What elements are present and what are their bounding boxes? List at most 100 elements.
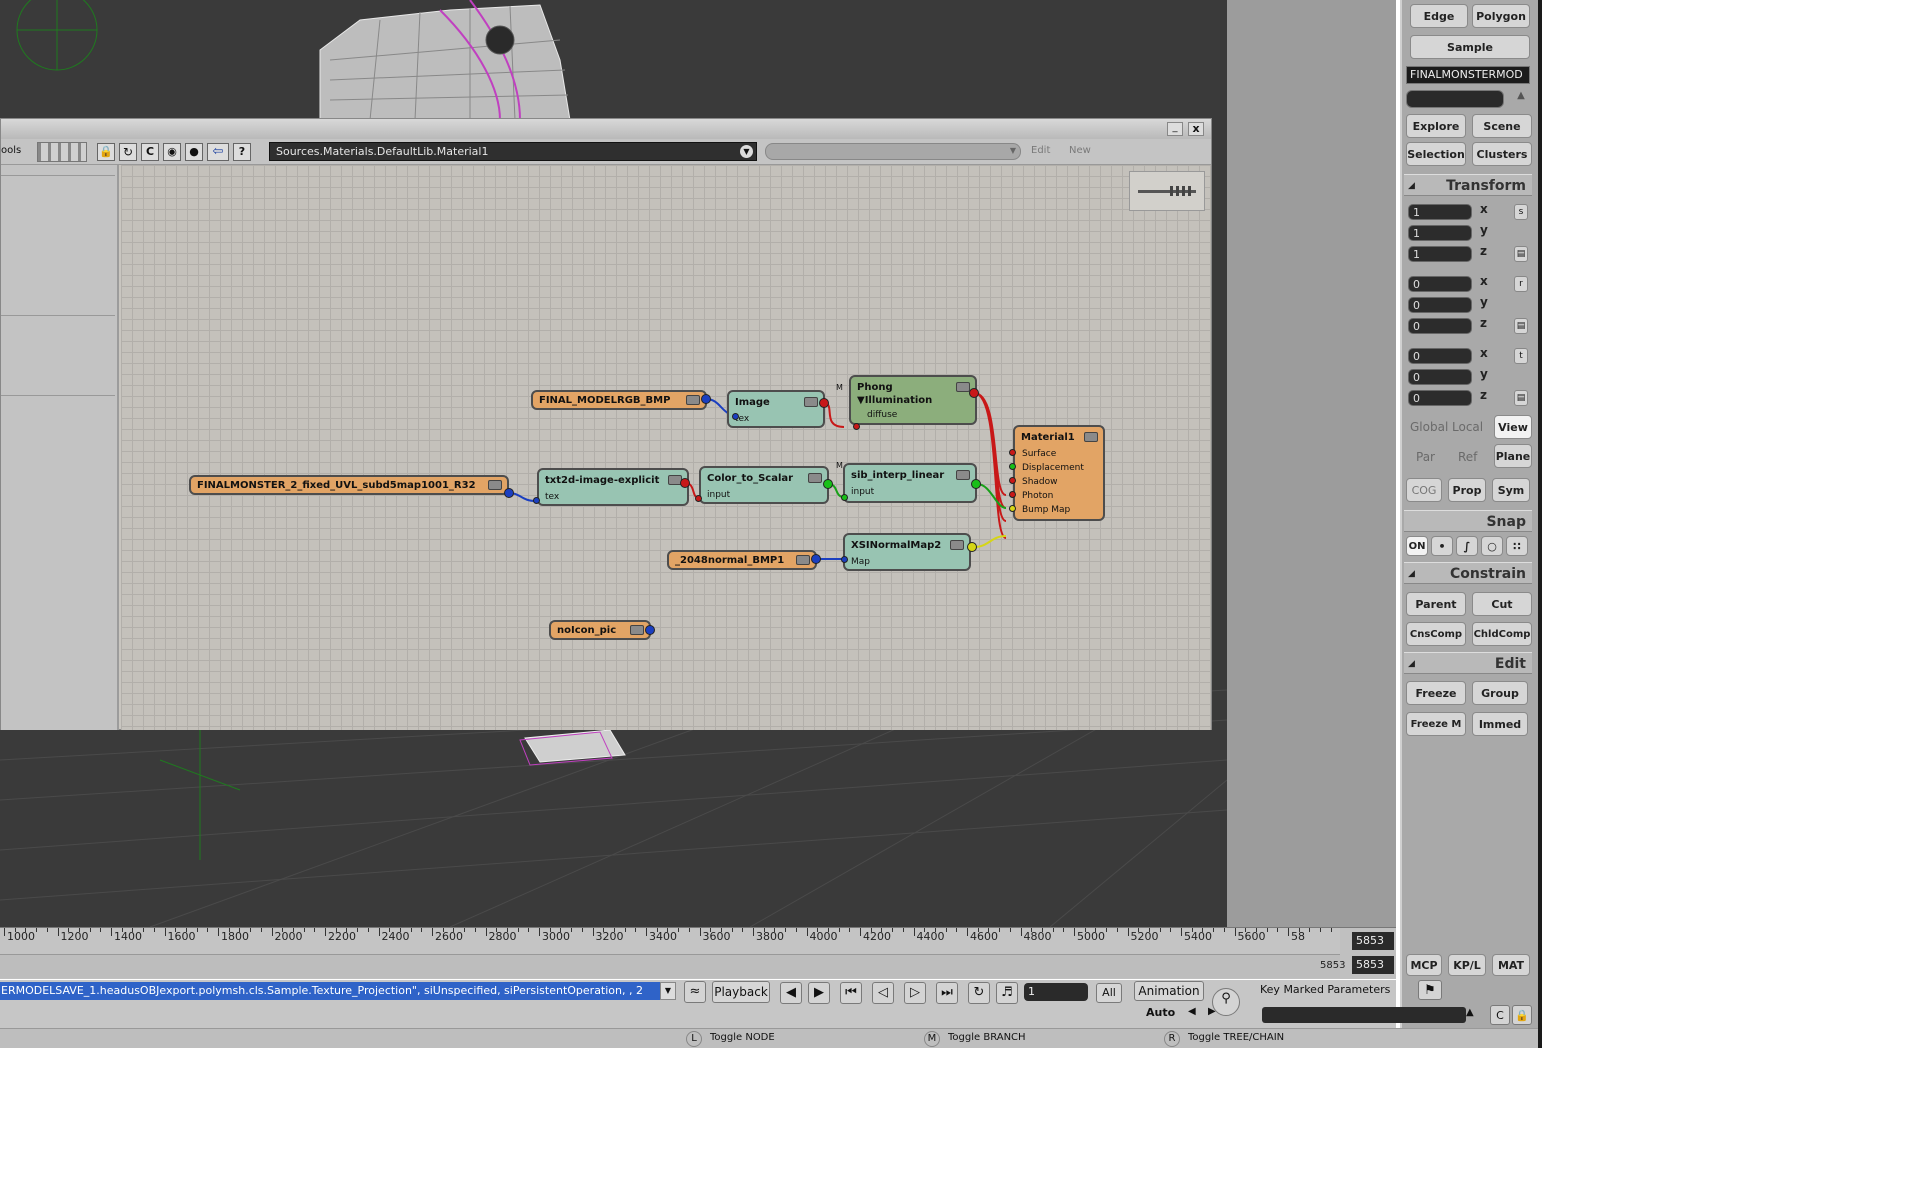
snap-on-toggle[interactable]: ON [1406, 536, 1428, 556]
selection-filter-field[interactable] [1406, 90, 1504, 108]
help-icon[interactable]: ? [233, 143, 251, 161]
timeline-ruler[interactable]: 1000 1200 1400 1600 1800 2000 2200 2400 2600 2800… [0, 928, 1340, 954]
node-image[interactable]: Image tex [727, 390, 825, 428]
node-collapse-icon[interactable] [630, 625, 644, 635]
all-button[interactable]: All [1096, 983, 1122, 1003]
script-editor-icon[interactable]: ≈ [684, 981, 706, 1003]
group-button[interactable]: Group [1472, 681, 1528, 705]
tab-mat[interactable]: MAT [1492, 954, 1530, 976]
edge-button[interactable]: Edge [1410, 4, 1468, 28]
input-port-dot[interactable] [853, 423, 860, 430]
node-finalmonster-texture[interactable]: FINALMONSTER_2_fixed_UVL_subd5map1001_R3… [189, 475, 509, 495]
render-tree-titlebar[interactable]: _ x [1, 119, 1211, 139]
snap-curve-icon[interactable]: ∫ [1456, 536, 1478, 556]
input-port-dot[interactable] [1009, 449, 1016, 456]
par-toggle[interactable]: Par [1416, 450, 1435, 464]
tab-mcp[interactable]: MCP [1406, 954, 1442, 976]
prop-toggle[interactable]: Prop [1448, 478, 1486, 502]
explore-button[interactable]: Explore [1406, 114, 1466, 138]
selection-button[interactable]: Selection [1406, 142, 1466, 166]
snap-surface-icon[interactable]: ○ [1481, 536, 1503, 556]
end-frame-field[interactable]: 5853 [1352, 932, 1394, 950]
input-port-dot[interactable] [695, 495, 702, 502]
new-button[interactable]: New [1069, 145, 1091, 156]
clusters-button[interactable]: Clusters [1472, 142, 1532, 166]
scene-button[interactable]: Scene [1472, 114, 1532, 138]
output-port-dot[interactable] [819, 398, 829, 408]
scale-z-field[interactable]: 1 [1408, 246, 1472, 262]
prev-key-icon[interactable]: ◀ [1188, 1006, 1196, 1017]
scale-lock-button[interactable]: ▤ [1514, 246, 1528, 262]
input-port-dot[interactable] [841, 494, 848, 501]
output-port-dot[interactable] [969, 388, 979, 398]
refresh-icon[interactable]: ↻ [119, 143, 137, 161]
audio-icon[interactable]: ♬ [996, 982, 1018, 1004]
output-port-dot[interactable] [823, 479, 833, 489]
node-collapse-icon[interactable] [956, 470, 970, 480]
node-collapse-icon[interactable] [950, 540, 964, 550]
input-port-dot[interactable] [1009, 505, 1016, 512]
chldcomp-button[interactable]: ChldComp [1472, 622, 1532, 646]
node-xsi-normal-map[interactable]: XSINormalMap2 Map [843, 533, 971, 571]
polygon-button[interactable]: Polygon [1472, 4, 1530, 28]
scale-x-field[interactable]: 1 [1408, 204, 1472, 220]
node-color-to-scalar[interactable]: Color_to_Scalar input [699, 466, 829, 504]
node-collapse-icon[interactable] [488, 480, 502, 490]
cog-toggle[interactable]: COG [1406, 478, 1442, 502]
cnscomp-button[interactable]: CnsComp [1406, 622, 1466, 646]
node-collapse-icon[interactable] [956, 382, 970, 392]
timeline[interactable]: 1000 1200 1400 1600 1800 2000 2200 2400 2600 2800… [0, 927, 1396, 979]
translate-lock-button[interactable]: ▤ [1514, 390, 1528, 406]
script-command-line[interactable]: ERMODELSAVE_1.headusOBJexport.polymsh.cl… [0, 982, 660, 1000]
node-sib-interp-linear[interactable]: sib_interp_linear input [843, 463, 977, 503]
node-noicon-pic[interactable]: noIcon_pic [549, 620, 651, 640]
input-port-dot[interactable] [533, 497, 540, 504]
output-port-dot[interactable] [701, 394, 711, 404]
snap-point-icon[interactable]: • [1431, 536, 1453, 556]
sample-button[interactable]: Sample [1410, 35, 1530, 59]
output-port-dot[interactable] [504, 488, 514, 498]
freeze-button[interactable]: Freeze [1406, 681, 1466, 705]
render-tree-canvas[interactable]: FINAL_MODELRGB_BMP Image tex M Phong ▼Il… [121, 165, 1211, 730]
close-button[interactable]: x [1188, 122, 1204, 136]
edit-button[interactable]: Edit [1031, 145, 1050, 156]
freeze-m-button[interactable]: Freeze M [1406, 712, 1466, 736]
back-arrow-icon[interactable]: ⇦ [207, 143, 229, 161]
clear-icon[interactable]: C [141, 143, 159, 161]
goto-end-icon[interactable]: ▶ [808, 982, 830, 1004]
input-port-dot[interactable] [841, 556, 848, 563]
input-port-dot[interactable] [1009, 477, 1016, 484]
global-toggle[interactable]: Global [1410, 420, 1448, 434]
scale-mode-button[interactable]: s [1514, 204, 1528, 220]
current-frame-field[interactable]: 1 [1024, 983, 1088, 1001]
input-port-dot[interactable] [732, 413, 739, 420]
lock-icon[interactable]: 🔒 [1512, 1005, 1532, 1025]
minimize-button[interactable]: _ [1167, 122, 1183, 136]
view-toggle[interactable]: View [1494, 415, 1532, 439]
object-name-field[interactable]: FINALMONSTERMOD [1406, 66, 1530, 84]
output-port-dot[interactable] [645, 625, 655, 635]
layout-grip[interactable] [37, 142, 87, 162]
cut-button[interactable]: Cut [1472, 592, 1532, 616]
translate-y-field[interactable]: 0 [1408, 369, 1472, 385]
transform-section-header[interactable]: ◢ Transform [1404, 174, 1532, 196]
snap-grid-icon[interactable]: ∷ [1506, 536, 1528, 556]
node-collapse-icon[interactable] [1084, 432, 1098, 442]
key-marked-field[interactable] [1262, 1007, 1466, 1023]
translate-x-field[interactable]: 0 [1408, 348, 1472, 364]
globe-icon[interactable]: ◉ [163, 143, 181, 161]
scale-y-field[interactable]: 1 [1408, 225, 1472, 241]
immed-button[interactable]: Immed [1472, 712, 1528, 736]
rotate-y-field[interactable]: 0 [1408, 297, 1472, 313]
parent-button[interactable]: Parent [1406, 592, 1466, 616]
plane-toggle[interactable]: Plane [1494, 444, 1532, 468]
node-txt2d-image-explicit[interactable]: txt2d-image-explicit tex [537, 468, 689, 506]
translate-z-field[interactable]: 0 [1408, 390, 1472, 406]
rotate-lock-button[interactable]: ▤ [1514, 318, 1528, 334]
keyframe-icon[interactable]: ⚲ [1212, 988, 1240, 1016]
prev-frame-icon[interactable]: ◁ [872, 982, 894, 1004]
node-2048normal-bmp[interactable]: _2048normal_BMP1 [667, 550, 817, 570]
node-collapse-icon[interactable] [796, 555, 810, 565]
node-phong[interactable]: Phong ▼Illumination diffuse [849, 375, 977, 425]
output-port-dot[interactable] [811, 554, 821, 564]
